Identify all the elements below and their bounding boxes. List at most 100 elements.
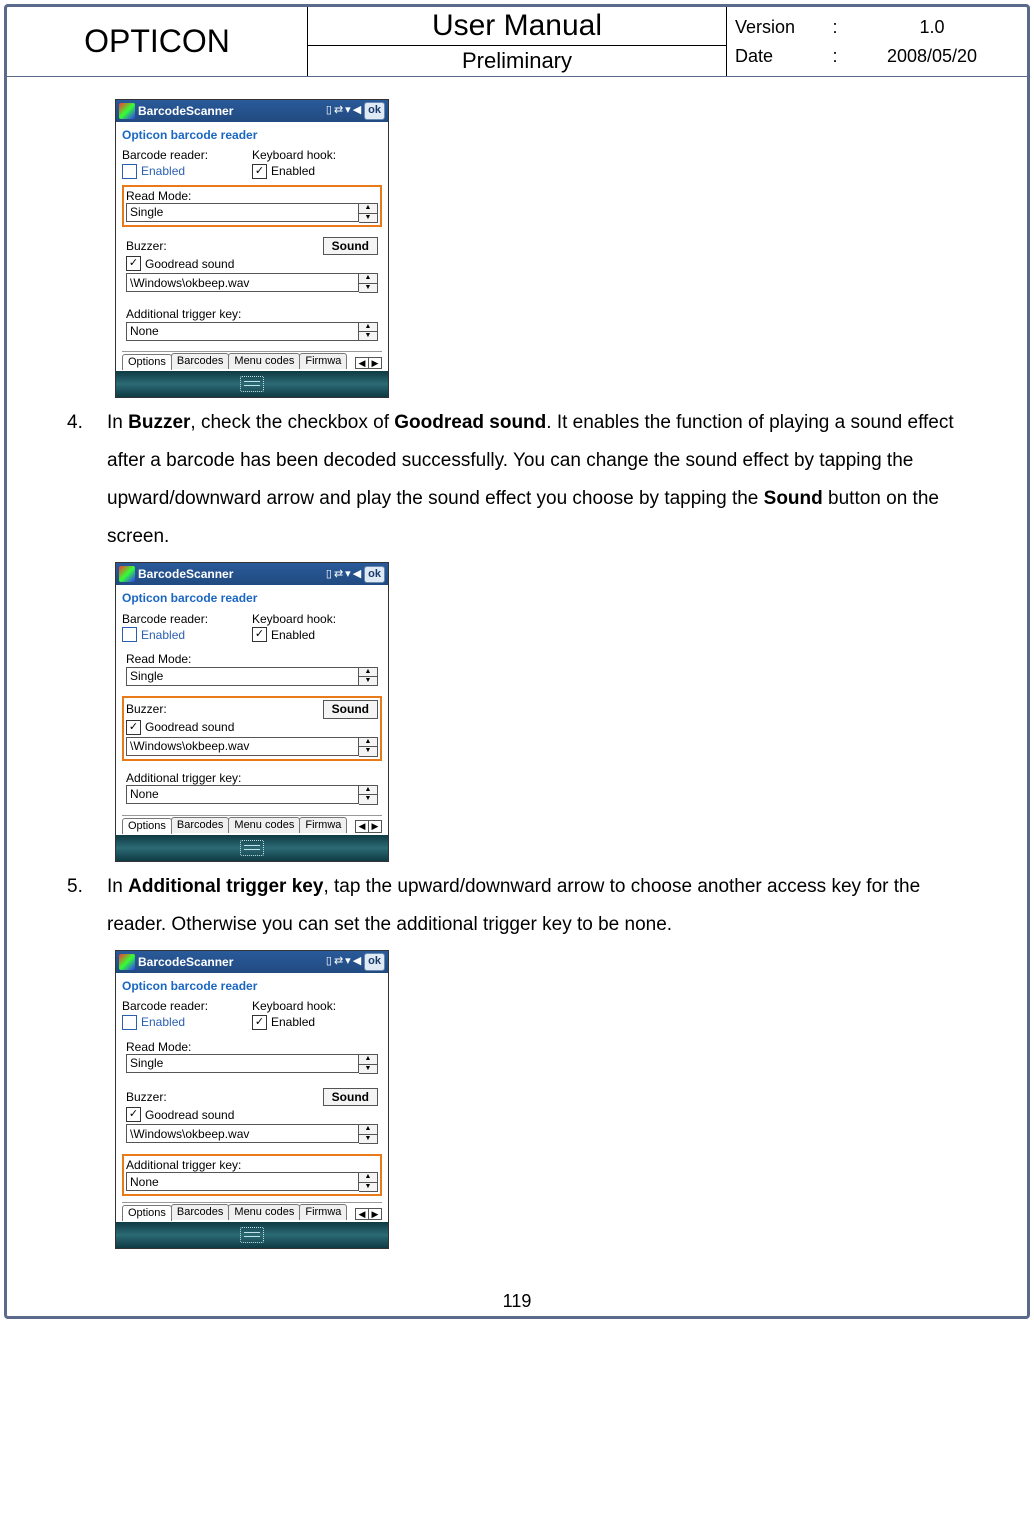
barcode-reader-checkbox[interactable]	[122, 1015, 137, 1030]
keyboard-hook-enabled: Enabled	[271, 628, 315, 642]
brand: OPTICON	[7, 7, 308, 76]
tab-menu-codes[interactable]: Menu codes	[228, 353, 300, 369]
tab-nav[interactable]: ◀▶	[355, 1208, 382, 1221]
sound-path-down[interactable]: ▼	[359, 1135, 377, 1143]
read-mode-label: Read Mode:	[126, 1040, 378, 1054]
goodread-checkbox[interactable]: ✓	[126, 256, 141, 271]
tab-nav[interactable]: ◀▶	[355, 357, 382, 370]
sound-path-up[interactable]: ▲	[359, 738, 377, 747]
version-value: 1.0	[845, 17, 1019, 38]
sound-path-up[interactable]: ▲	[359, 1125, 377, 1134]
window-title: BarcodeScanner	[138, 104, 323, 118]
step-4-num: 4.	[67, 404, 107, 556]
sound-button[interactable]: Sound	[323, 1088, 378, 1106]
filter-icon: ▾	[345, 955, 351, 968]
tab-menu-codes[interactable]: Menu codes	[228, 1204, 300, 1220]
trigger-up[interactable]: ▲	[359, 1173, 377, 1182]
keyboard-icon[interactable]	[240, 840, 264, 856]
keyboard-icon[interactable]	[240, 376, 264, 392]
buzzer-label: Buzzer:	[126, 1090, 167, 1104]
sound-path-input[interactable]: \Windows\okbeep.wav	[126, 737, 359, 756]
volume-icon: ◀	[353, 568, 361, 581]
tab-firmware[interactable]: Firmwa	[299, 1204, 347, 1220]
panel-subtitle: Opticon barcode reader	[122, 977, 382, 999]
sound-button[interactable]: Sound	[323, 700, 378, 718]
tray-icons: ▯ ⇄ ▾ ◀	[326, 104, 361, 117]
window-title: BarcodeScanner	[138, 955, 323, 969]
keyboard-icon[interactable]	[240, 1227, 264, 1243]
keyboard-hook-label: Keyboard hook:	[252, 999, 382, 1013]
keyboard-hook-checkbox[interactable]: ✓	[252, 1015, 267, 1030]
date-label: Date	[735, 46, 825, 67]
goodread-label: Goodread sound	[145, 257, 234, 271]
filter-icon: ▾	[345, 104, 351, 117]
signal-icon: ▯	[326, 104, 332, 117]
windows-icon	[119, 103, 135, 119]
read-mode-label: Read Mode:	[126, 652, 378, 666]
sound-path-down[interactable]: ▼	[359, 747, 377, 755]
tab-barcodes[interactable]: Barcodes	[171, 1204, 229, 1220]
barcode-reader-enabled: Enabled	[141, 1015, 185, 1029]
read-mode-up[interactable]: ▲	[359, 668, 377, 677]
tab-barcodes[interactable]: Barcodes	[171, 353, 229, 369]
goodread-label: Goodread sound	[145, 720, 234, 734]
tab-options[interactable]: Options	[122, 354, 172, 370]
tray-icons: ▯ ⇄ ▾ ◀	[326, 568, 361, 581]
read-mode-input[interactable]: Single	[126, 667, 359, 686]
trigger-down[interactable]: ▼	[359, 795, 377, 803]
read-mode-input[interactable]: Single	[126, 203, 359, 222]
trigger-down[interactable]: ▼	[359, 1183, 377, 1191]
keyboard-hook-enabled: Enabled	[271, 1015, 315, 1029]
page-number: 119	[7, 1281, 1027, 1316]
keyboard-hook-label: Keyboard hook:	[252, 148, 382, 162]
read-mode-up[interactable]: ▲	[359, 1055, 377, 1064]
ok-button[interactable]: ok	[364, 102, 385, 119]
trigger-up[interactable]: ▲	[359, 323, 377, 332]
tray-icons: ▯ ⇄ ▾ ◀	[326, 955, 361, 968]
panel-subtitle: Opticon barcode reader	[122, 589, 382, 611]
windows-icon	[119, 566, 135, 582]
tab-firmware[interactable]: Firmwa	[299, 817, 347, 833]
barcode-reader-enabled: Enabled	[141, 164, 185, 178]
read-mode-down[interactable]: ▼	[359, 214, 377, 222]
keyboard-hook-checkbox[interactable]: ✓	[252, 627, 267, 642]
trigger-up[interactable]: ▲	[359, 786, 377, 795]
read-mode-input[interactable]: Single	[126, 1054, 359, 1073]
read-mode-down[interactable]: ▼	[359, 1065, 377, 1073]
trigger-label: Additional trigger key:	[126, 307, 378, 321]
goodread-label: Goodread sound	[145, 1108, 234, 1122]
trigger-input[interactable]: None	[126, 322, 359, 341]
ok-button[interactable]: ok	[364, 566, 385, 583]
sound-path-up[interactable]: ▲	[359, 274, 377, 283]
trigger-input[interactable]: None	[126, 1172, 359, 1191]
tab-options[interactable]: Options	[122, 818, 172, 834]
goodread-checkbox[interactable]: ✓	[126, 720, 141, 735]
doc-subtitle: Preliminary	[308, 46, 726, 76]
tab-menu-codes[interactable]: Menu codes	[228, 817, 300, 833]
sound-path-input[interactable]: \Windows\okbeep.wav	[126, 273, 359, 292]
barcode-reader-label: Barcode reader:	[122, 148, 252, 162]
goodread-checkbox[interactable]: ✓	[126, 1107, 141, 1122]
screenshot-buzzer: BarcodeScanner ▯ ⇄ ▾ ◀ ok Opticon barcod…	[115, 562, 389, 861]
barcode-reader-checkbox[interactable]	[122, 164, 137, 179]
tab-nav[interactable]: ◀▶	[355, 820, 382, 833]
trigger-down[interactable]: ▼	[359, 332, 377, 340]
sound-path-down[interactable]: ▼	[359, 284, 377, 292]
tab-options[interactable]: Options	[122, 1205, 172, 1221]
sound-path-input[interactable]: \Windows\okbeep.wav	[126, 1124, 359, 1143]
step-5-num: 5.	[67, 868, 107, 944]
read-mode-label: Read Mode:	[126, 189, 378, 203]
screenshot-trigger: BarcodeScanner ▯ ⇄ ▾ ◀ ok Opticon barcod…	[115, 950, 389, 1249]
ok-button[interactable]: ok	[364, 953, 385, 970]
barcode-reader-label: Barcode reader:	[122, 612, 252, 626]
sound-button[interactable]: Sound	[323, 237, 378, 255]
tab-barcodes[interactable]: Barcodes	[171, 817, 229, 833]
trigger-input[interactable]: None	[126, 785, 359, 804]
keyboard-hook-checkbox[interactable]: ✓	[252, 164, 267, 179]
read-mode-down[interactable]: ▼	[359, 677, 377, 685]
read-mode-up[interactable]: ▲	[359, 204, 377, 213]
version-label: Version	[735, 17, 825, 38]
barcode-reader-enabled: Enabled	[141, 628, 185, 642]
barcode-reader-checkbox[interactable]	[122, 627, 137, 642]
tab-firmware[interactable]: Firmwa	[299, 353, 347, 369]
